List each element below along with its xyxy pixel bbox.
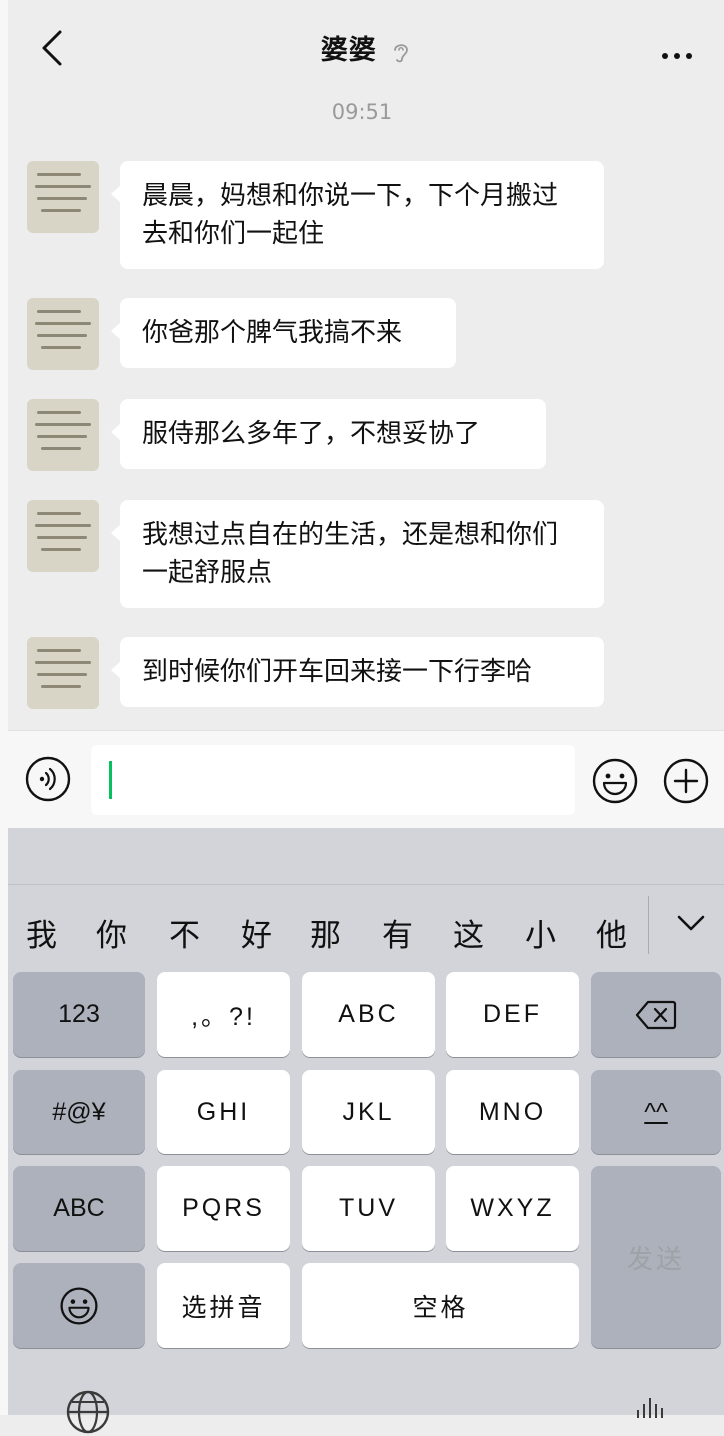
key-jkl[interactable]: JKL: [302, 1070, 435, 1154]
send-button[interactable]: 发送: [591, 1166, 721, 1348]
candidate-separator: [648, 896, 649, 954]
key-backspace[interactable]: [591, 972, 721, 1057]
candidate-word[interactable]: 小: [525, 910, 556, 955]
avatar[interactable]: [27, 500, 99, 572]
candidate-word[interactable]: 他: [596, 910, 627, 955]
globe-icon[interactable]: [64, 1388, 112, 1436]
key-def[interactable]: DEF: [446, 972, 579, 1057]
message-bubble[interactable]: 我想过点自在的生活，还是想和你们一起舒服点: [111, 500, 604, 608]
key-pqrs[interactable]: PQRS: [157, 1166, 290, 1251]
key-123[interactable]: 123: [13, 972, 145, 1057]
key-abc-switch[interactable]: ABC: [13, 1166, 145, 1251]
message-bubble[interactable]: 晨晨，妈想和你说一下，下个月搬过去和你们一起住: [111, 161, 604, 269]
ear-icon: [394, 43, 409, 62]
candidate-word[interactable]: 有: [382, 910, 413, 955]
backspace-icon: [635, 1000, 677, 1029]
candidate-word[interactable]: 这: [453, 910, 484, 955]
chevron-down-icon[interactable]: [676, 912, 706, 934]
message-bubble[interactable]: 到时候你们开车回来接一下行李哈: [111, 637, 604, 707]
avatar[interactable]: [27, 161, 99, 233]
message-bubble[interactable]: 服侍那么多年了，不想妥协了: [111, 399, 546, 469]
text-caret: [109, 761, 112, 799]
message-bubble[interactable]: 你爸那个脾气我搞不来: [111, 298, 456, 368]
candidate-word[interactable]: 我: [26, 910, 57, 955]
chat-title[interactable]: 婆婆: [321, 35, 377, 66]
chat-title-wrap: 婆婆: [8, 28, 724, 67]
keyboard: 我 你 不 好 那 有 这 小 他 123 ,。?! ABC DEF #@¥ G…: [8, 828, 724, 1434]
candidate-divider: [8, 884, 724, 885]
key-emoji[interactable]: [13, 1263, 145, 1348]
key-ghi[interactable]: GHI: [157, 1070, 290, 1154]
plus-icon[interactable]: [663, 758, 709, 804]
key-punctuation[interactable]: ,。?!: [157, 972, 290, 1057]
candidate-word[interactable]: 那: [310, 910, 341, 955]
avatar[interactable]: [27, 298, 99, 370]
key-tuv[interactable]: TUV: [302, 1166, 435, 1251]
message-timestamp: 09:51: [331, 100, 393, 124]
avatar[interactable]: [27, 399, 99, 471]
key-wxyz[interactable]: WXYZ: [446, 1166, 579, 1251]
dictation-icon[interactable]: [634, 1398, 674, 1418]
key-select-pinyin[interactable]: 选拼音: [157, 1263, 290, 1348]
message-input[interactable]: [91, 745, 575, 815]
chat-header: 婆婆: [8, 0, 724, 100]
key-abc[interactable]: ABC: [302, 972, 435, 1057]
candidate-word[interactable]: 你: [96, 910, 127, 955]
message-input-bar: [8, 730, 724, 829]
key-mno[interactable]: MNO: [446, 1070, 579, 1154]
key-symbols[interactable]: #@¥: [13, 1070, 145, 1154]
more-dots-icon[interactable]: [662, 44, 698, 59]
avatar[interactable]: [27, 637, 99, 709]
emoji-icon: [60, 1286, 98, 1325]
key-space[interactable]: 空格: [302, 1263, 579, 1348]
emoji-icon[interactable]: [592, 758, 638, 804]
key-kaomoji[interactable]: ^^: [591, 1070, 721, 1154]
screen-edge: [0, 0, 8, 1415]
voice-icon[interactable]: [25, 756, 71, 802]
candidate-word[interactable]: 不: [169, 910, 200, 955]
candidate-word[interactable]: 好: [241, 910, 272, 955]
